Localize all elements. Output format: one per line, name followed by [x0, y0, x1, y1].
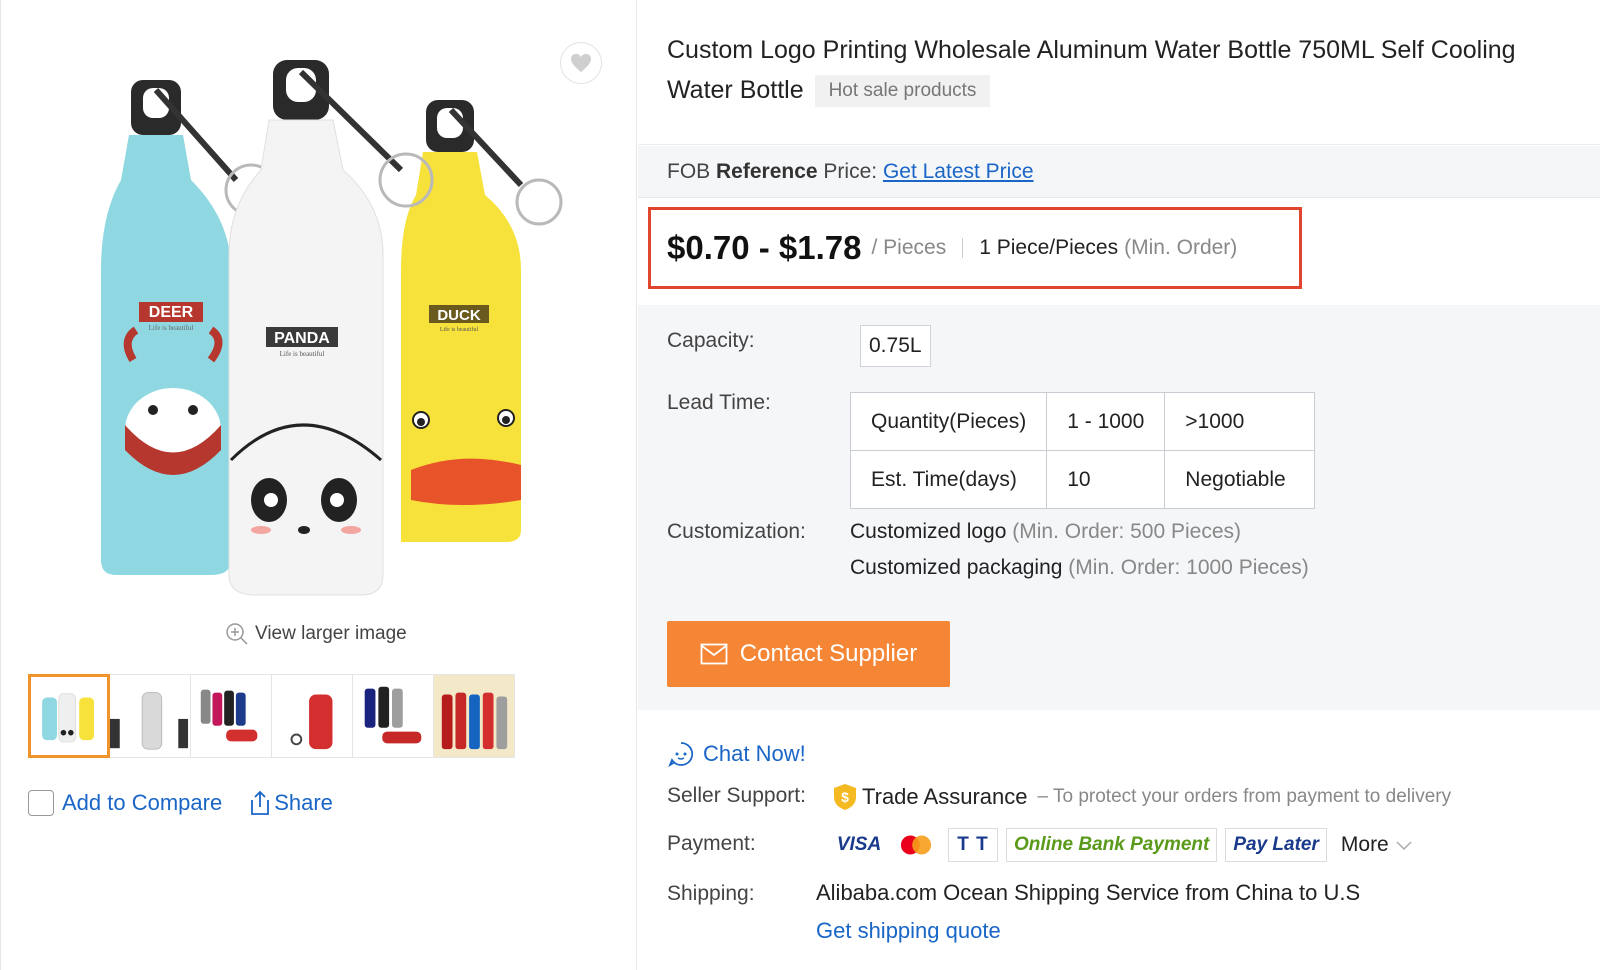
svg-text:Life is beautiful: Life is beautiful — [280, 350, 325, 358]
bottle-label-panda: PANDA — [274, 330, 330, 347]
trade-assurance: $ Trade Assurance – To protect your orde… — [832, 783, 1451, 811]
thumbnail-4[interactable] — [271, 674, 353, 758]
shipping-label: Shipping: — [667, 882, 755, 905]
tt-icon: T T — [948, 828, 998, 862]
compare-checkbox[interactable] — [28, 790, 54, 816]
price-range: $0.70 - $1.78 — [667, 229, 862, 266]
main-product-image[interactable]: DEER Life is beautiful DUCK Life is beau… — [61, 30, 581, 605]
chat-now-link[interactable]: Chat Now! — [667, 740, 806, 768]
fob-price-row: FOB Reference Price: Get Latest Price — [638, 146, 1600, 198]
shipping-service: Alibaba.com Ocean Shipping Service from … — [816, 880, 1361, 905]
visa-icon: VISA — [834, 828, 884, 862]
spec-section: Capacity: 0.75L Lead Time: Quantity(Piec… — [638, 305, 1600, 710]
table-cell: Est. Time(days) — [849, 450, 1048, 509]
table-row: Est. Time(days) 10 Negotiable — [849, 450, 1316, 509]
svg-text:Life is beautiful: Life is beautiful — [440, 326, 479, 333]
trade-assurance-label: Trade Assurance — [862, 784, 1028, 809]
thumbnail-5[interactable] — [352, 674, 434, 758]
divider — [962, 238, 964, 258]
customization-item: Customized packaging (Min. Order: 1000 P… — [850, 556, 1309, 579]
svg-text:Life is beautiful: Life is beautiful — [149, 324, 194, 332]
svg-text:$: $ — [841, 789, 849, 805]
favorite-button[interactable] — [560, 42, 602, 84]
more-payment-dropdown[interactable]: More — [1341, 833, 1413, 857]
customization-item: Customized logo (Min. Order: 500 Pieces) — [850, 520, 1242, 543]
envelope-icon — [700, 643, 728, 665]
trade-assurance-note: – To protect your orders from payment to… — [1037, 786, 1452, 807]
product-info: Custom Logo Printing Wholesale Aluminum … — [638, 0, 1600, 970]
thumbnail-3[interactable] — [190, 674, 272, 758]
share-link[interactable]: Share — [248, 790, 333, 816]
pay-later-icon: Pay Later — [1225, 828, 1327, 862]
zoom-icon — [226, 623, 248, 645]
thumbnail-strip — [28, 674, 515, 758]
bottle-label-duck: DUCK — [437, 307, 480, 324]
chat-now-label: Chat Now! — [703, 741, 806, 766]
table-cell: 10 — [1046, 450, 1166, 509]
price-highlight-box: $0.70 - $1.78 / Pieces 1 Piece/Pieces (M… — [648, 207, 1302, 289]
contact-supplier-label: Contact Supplier — [739, 640, 918, 667]
capacity-label: Capacity: — [667, 329, 755, 352]
get-shipping-quote-link[interactable]: Get shipping quote — [816, 918, 1001, 944]
product-gallery: DEER Life is beautiful DUCK Life is beau… — [0, 0, 637, 970]
hot-sale-tag: Hot sale products — [814, 75, 991, 108]
seller-support-label: Seller Support: — [667, 784, 806, 807]
capacity-option[interactable]: 0.75L — [860, 325, 931, 367]
get-latest-price-link[interactable]: Get Latest Price — [883, 160, 1034, 183]
table-row: Quantity(Pieces) 1 - 1000 >1000 — [849, 392, 1316, 451]
share-icon — [251, 790, 270, 815]
online-bank-payment-icon: Online Bank Payment — [1006, 828, 1218, 862]
lead-time-table: Quantity(Pieces) 1 - 1000 >1000 Est. Tim… — [849, 392, 1316, 509]
price-unit: / Pieces — [871, 236, 947, 259]
table-cell: >1000 — [1164, 392, 1316, 451]
yellow-bottle: DUCK Life is beautiful — [401, 100, 563, 542]
compare-share-row: Add to Compare Share — [28, 790, 333, 816]
chat-icon — [668, 742, 694, 768]
thumbnail-2[interactable] — [109, 674, 191, 758]
thumbnail-1[interactable] — [28, 674, 110, 758]
price-section: $0.70 - $1.78 / Pieces 1 Piece/Pieces (M… — [638, 199, 1600, 305]
table-cell: Quantity(Pieces) — [849, 392, 1048, 451]
table-cell: 1 - 1000 — [1046, 392, 1166, 451]
add-to-compare-link[interactable]: Add to Compare — [62, 790, 222, 816]
customization-label: Customization: — [667, 520, 806, 543]
thumbnail-6[interactable] — [433, 674, 515, 758]
view-larger-image-link[interactable]: View larger image — [225, 622, 407, 646]
chevron-down-icon — [1396, 841, 1412, 851]
table-cell: Negotiable — [1164, 450, 1316, 509]
seller-section: Chat Now! Seller Support: $ Trade Assura… — [638, 710, 1600, 970]
contact-supplier-button[interactable]: Contact Supplier — [667, 621, 950, 687]
share-label: Share — [274, 790, 333, 815]
min-order-note: (Min. Order) — [1124, 236, 1238, 259]
heart-icon — [571, 53, 591, 73]
shield-icon: $ — [834, 784, 856, 810]
payment-methods: VISA T T Online Bank Payment Pay Later M… — [834, 828, 1413, 862]
min-order-qty: 1 Piece/Pieces — [979, 236, 1119, 259]
view-larger-label: View larger image — [255, 623, 407, 644]
product-title: Custom Logo Printing Wholesale Aluminum … — [667, 30, 1570, 110]
lead-time-label: Lead Time: — [667, 391, 771, 414]
payment-label: Payment: — [667, 832, 756, 855]
bottle-label-deer: DEER — [149, 304, 194, 321]
mastercard-icon — [892, 828, 940, 862]
title-section: Custom Logo Printing Wholesale Aluminum … — [638, 0, 1600, 145]
